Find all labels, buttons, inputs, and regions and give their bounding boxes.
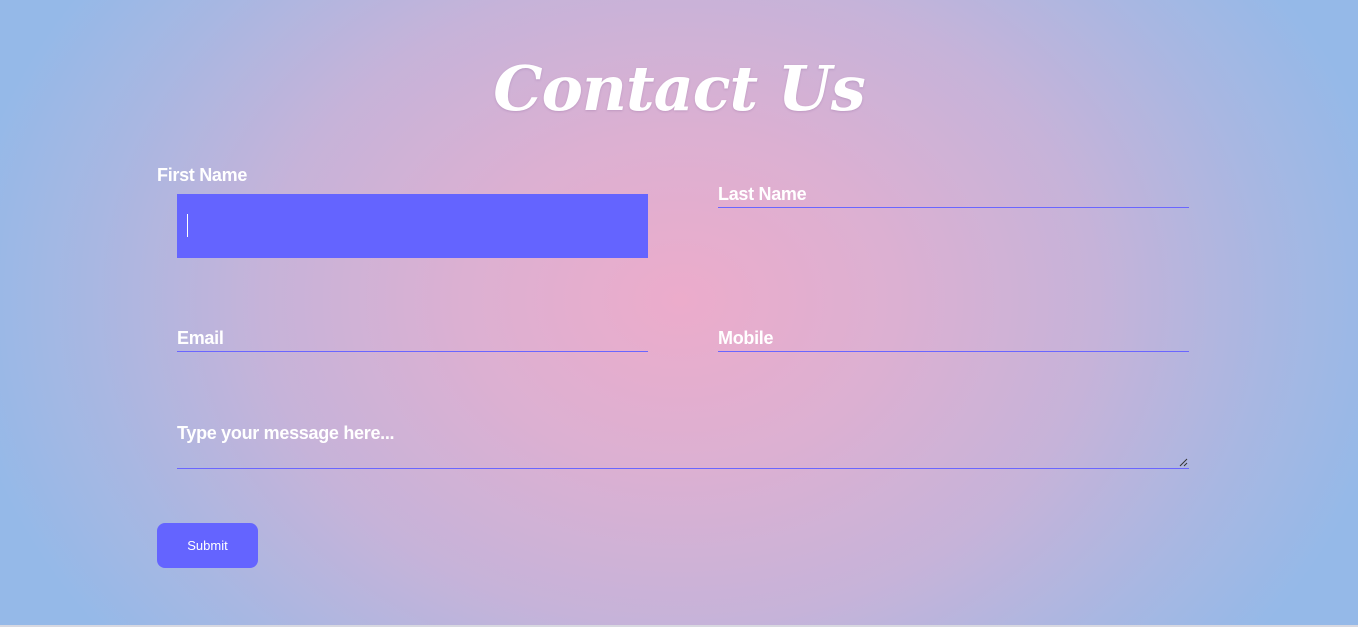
email-placeholder: Email (177, 328, 224, 348)
mobile-placeholder: Mobile (718, 328, 774, 348)
text-caret (187, 214, 188, 237)
page-title: Contact Us (493, 52, 866, 125)
message-placeholder: Type your message here... (177, 423, 395, 443)
first-name-input[interactable] (177, 194, 648, 258)
mobile-input[interactable]: Mobile (718, 327, 1189, 352)
message-textarea[interactable]: Type your message here... (177, 418, 1189, 469)
first-name-label: First Name (157, 165, 248, 185)
submit-button[interactable]: Submit (157, 523, 258, 568)
last-name-input[interactable]: Last Name (718, 183, 1189, 208)
resize-handle-icon[interactable] (1179, 458, 1188, 467)
last-name-placeholder: Last Name (718, 184, 807, 204)
email-input[interactable]: Email (177, 327, 648, 352)
